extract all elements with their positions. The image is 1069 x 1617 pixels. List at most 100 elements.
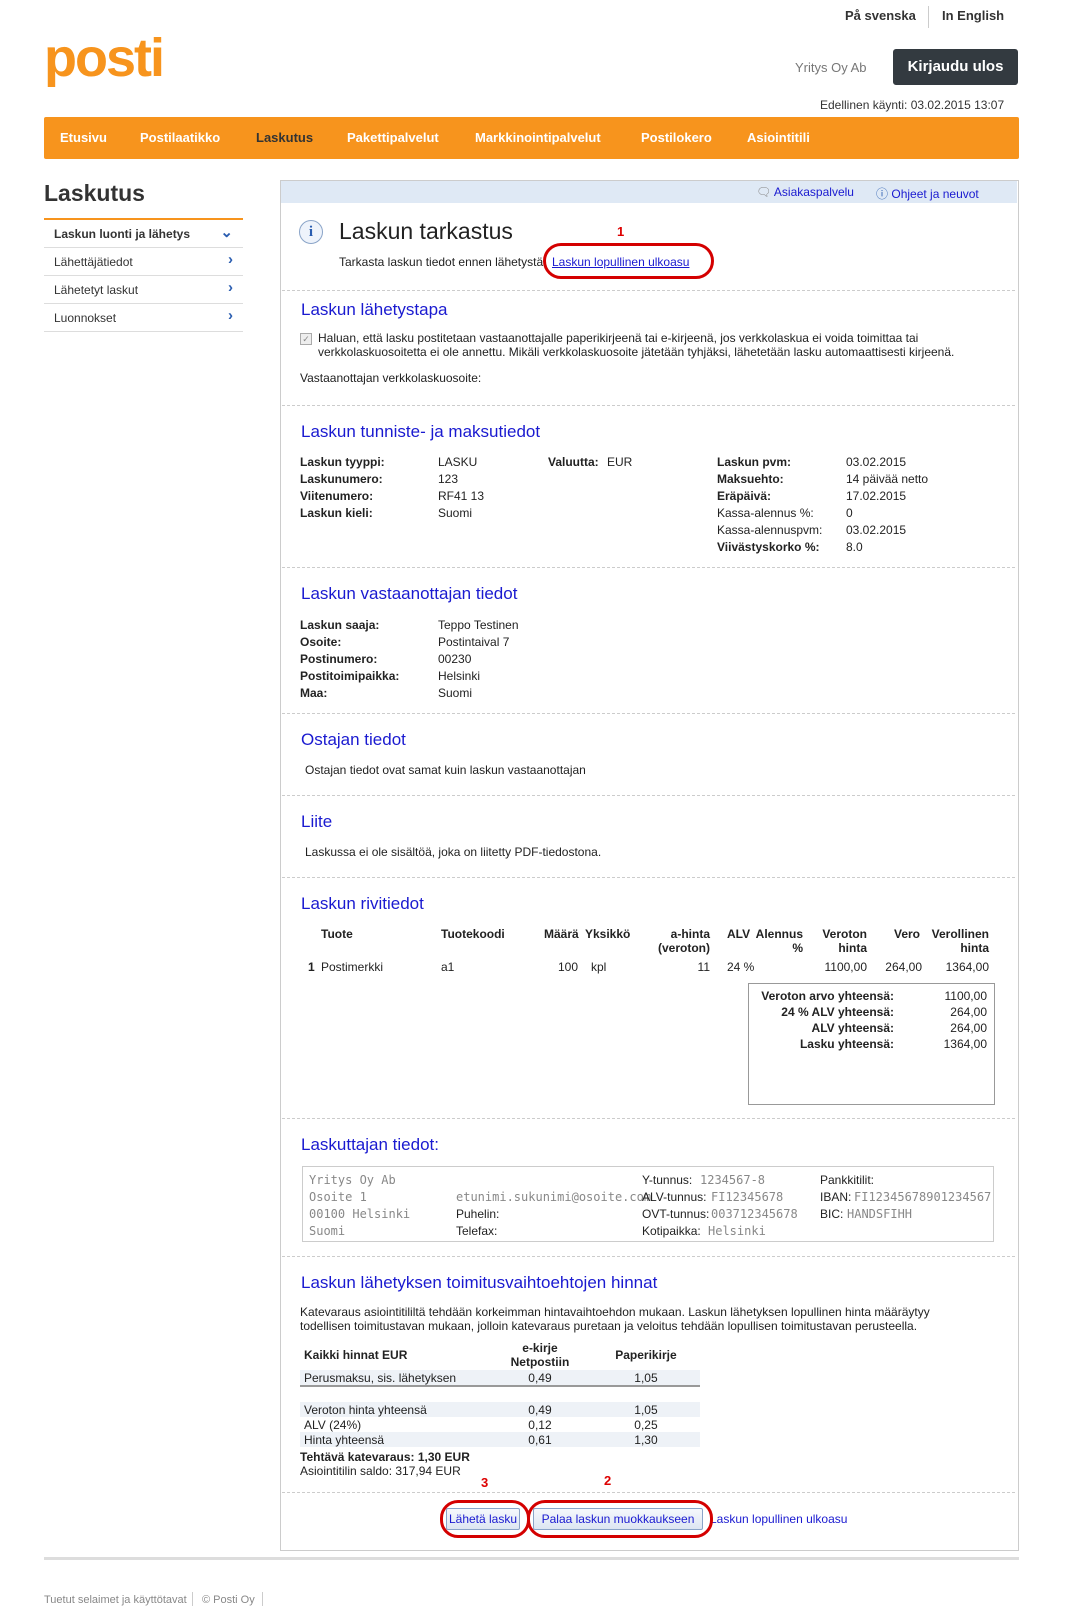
field-value: 00230 [438, 652, 472, 666]
prices-table: Kaikki hinnat EUR e-kirje Netpostiin Pape… [300, 1340, 700, 1447]
field-label: Maksuehto: [717, 472, 784, 486]
sidebar-item-sent[interactable]: Lähetetyt laskut › [44, 276, 243, 304]
nav-asiointitili[interactable]: Asiointitili [747, 130, 810, 145]
lang-swedish-link[interactable]: På svenska [845, 8, 916, 23]
nav-etusivu[interactable]: Etusivu [60, 130, 107, 145]
footer-copyright: © Posti Oy [202, 1594, 255, 1606]
ovt-value: 003712345678 [711, 1207, 798, 1221]
fax-label: Telefax: [456, 1224, 498, 1238]
cell-qty: 100 [557, 960, 578, 974]
divider [282, 567, 1015, 568]
help-link[interactable]: ⓘ Ohjeet ja neuvot [876, 185, 979, 202]
footer-separator [192, 1592, 193, 1606]
field-label: Laskun pvm: [717, 455, 792, 469]
table-row: Perusmaksu, sis. lähetyksen 0,49 1,05 [300, 1370, 700, 1386]
field-label: Kassa-alennuspvm: [717, 523, 823, 537]
table-row: Veroton hinta yhteensä 0,49 1,05 [300, 1402, 700, 1417]
field-value: LASKU [438, 455, 478, 469]
ytunnus-label: Y-tunnus: [642, 1173, 693, 1187]
customer-service-link[interactable]: 🗨 Asiakaspalvelu [756, 185, 854, 199]
home-value: Helsinki [708, 1224, 766, 1238]
alv-label: ALV-tunnus: [642, 1190, 707, 1204]
field-value: 0 [846, 506, 853, 520]
col-header: ALV [727, 927, 751, 941]
field-label: Postinumero: [300, 652, 378, 666]
reserve-amount: Tehtävä katevaraus: 1,30 EUR [300, 1450, 470, 1464]
paper-fallback-checkbox[interactable]: ✓ [300, 333, 312, 345]
annotation-number: 1 [617, 224, 625, 239]
currency-value: EUR [607, 455, 633, 469]
biller-email: etunimi.sukunimi@osoite.com [456, 1190, 652, 1204]
section-title-prices: Laskun lähetyksen toimitusvaihtoehtojen … [301, 1273, 658, 1292]
annotation-ellipse [527, 1500, 713, 1538]
annotation-number: 2 [604, 1473, 612, 1488]
sidebar-item-drafts[interactable]: Luonnokset › [44, 304, 243, 332]
sidebar-item-label: Lähetetyt laskut [54, 283, 139, 297]
section-title-rows: Laskun rivitiedot [301, 894, 424, 913]
col-header: Tuote [321, 927, 353, 941]
annotation-ellipse [440, 1500, 530, 1538]
nav-markkinointipalvelut[interactable]: Markkinointipalvelut [475, 130, 601, 145]
divider [282, 713, 1015, 714]
col-header: Vero [893, 927, 920, 941]
cell-unit: kpl [591, 960, 607, 974]
info-icon: i [299, 220, 323, 244]
bic-label: BIC: [820, 1207, 844, 1221]
sidebar-title: Laskutus [44, 180, 145, 206]
bic-value: HANDSFIHH [847, 1207, 913, 1221]
col-header: Määrä [544, 927, 579, 941]
col-header: hinta [960, 941, 989, 955]
cell-tax: 264,00 [885, 960, 922, 974]
col-header: (veroton) [658, 941, 710, 955]
table-row: ALV (24%) 0,12 0,25 [304, 1417, 658, 1432]
col-header: % [792, 941, 803, 955]
nav-postilokero[interactable]: Postilokero [641, 130, 712, 145]
final-layout-link-bottom[interactable]: Laskun lopullinen ulkoasu [710, 1512, 847, 1526]
help-toolbar: 🗨 Asiakaspalvelu ⓘ Ohjeet ja neuvot [281, 181, 1017, 203]
field-value: 03.02.2015 [846, 523, 907, 537]
cell-gross: 1364,00 [945, 960, 989, 974]
divider [282, 877, 1015, 878]
nav-pakettipalvelut[interactable]: Pakettipalvelut [347, 130, 439, 145]
total-value: 1100,00 [944, 989, 988, 1003]
bank-label: Pankkitilit: [820, 1173, 875, 1187]
nav-laskutus[interactable]: Laskutus [256, 130, 313, 145]
annotation-number: 3 [481, 1475, 489, 1490]
biller-country: Suomi [309, 1224, 346, 1238]
footer-browsers-link[interactable]: Tuetut selaimet ja käyttötavat [44, 1594, 187, 1606]
field-label: Laskun tyyppi: [300, 455, 385, 469]
sidebar-item-create[interactable]: Laskun luonti ja lähetys ⌄ [44, 220, 243, 248]
lang-divider [928, 6, 929, 28]
nav-postilaatikko[interactable]: Postilaatikko [140, 130, 220, 145]
last-visit: Edellinen käynti: 03.02.2015 13:07 [820, 98, 1005, 112]
field-value: Teppo Testinen [438, 618, 519, 632]
table-row: Hinta yhteensä 0,61 1,30 [300, 1432, 700, 1447]
biller-box: Yritys Oy Ab Osoite 1 00100 Helsinki Suo… [302, 1166, 994, 1242]
checkbox-label: Haluan, että lasku postitetaan vastaanot… [318, 331, 955, 359]
section-title-buyer: Ostajan tiedot [301, 730, 406, 749]
cell-vat: 24 % [727, 960, 755, 974]
field-value: Helsinki [438, 669, 481, 683]
section-title-recipient: Laskun vastaanottajan tiedot [301, 584, 518, 603]
field-value: Suomi [438, 686, 473, 700]
chevron-down-icon: ⌄ [220, 224, 233, 241]
field-label: Laskunumero: [300, 472, 383, 486]
field-value: 123 [438, 472, 459, 486]
lang-english-link[interactable]: In English [942, 8, 1004, 23]
row-number: 1 [308, 960, 315, 974]
sidebar-item-label: Luonnokset [54, 311, 117, 325]
field-label: Osoite: [300, 635, 342, 649]
field-value: 03.02.2015 [846, 455, 907, 469]
posti-logo[interactable]: posti [44, 28, 165, 88]
main-nav: Etusivu Postilaatikko Laskutus Pakettipa… [44, 117, 1019, 159]
sidebar-item-sender[interactable]: Lähettäjätiedot › [44, 248, 243, 276]
divider [282, 795, 1015, 796]
totals-box: Veroton arvo yhteensä: 1100,00 24 % ALV … [748, 983, 995, 1105]
logout-button[interactable]: Kirjaudu ulos [893, 49, 1018, 85]
iban-label: IBAN: [820, 1190, 852, 1204]
biller-postal: 00100 Helsinki [309, 1207, 411, 1221]
annotation-ellipse [543, 243, 714, 279]
section-title-delivery: Laskun lähetystapa [301, 300, 448, 319]
company-name: Yritys Oy Ab [795, 60, 867, 75]
page-title: Laskun tarkastus [339, 218, 513, 244]
